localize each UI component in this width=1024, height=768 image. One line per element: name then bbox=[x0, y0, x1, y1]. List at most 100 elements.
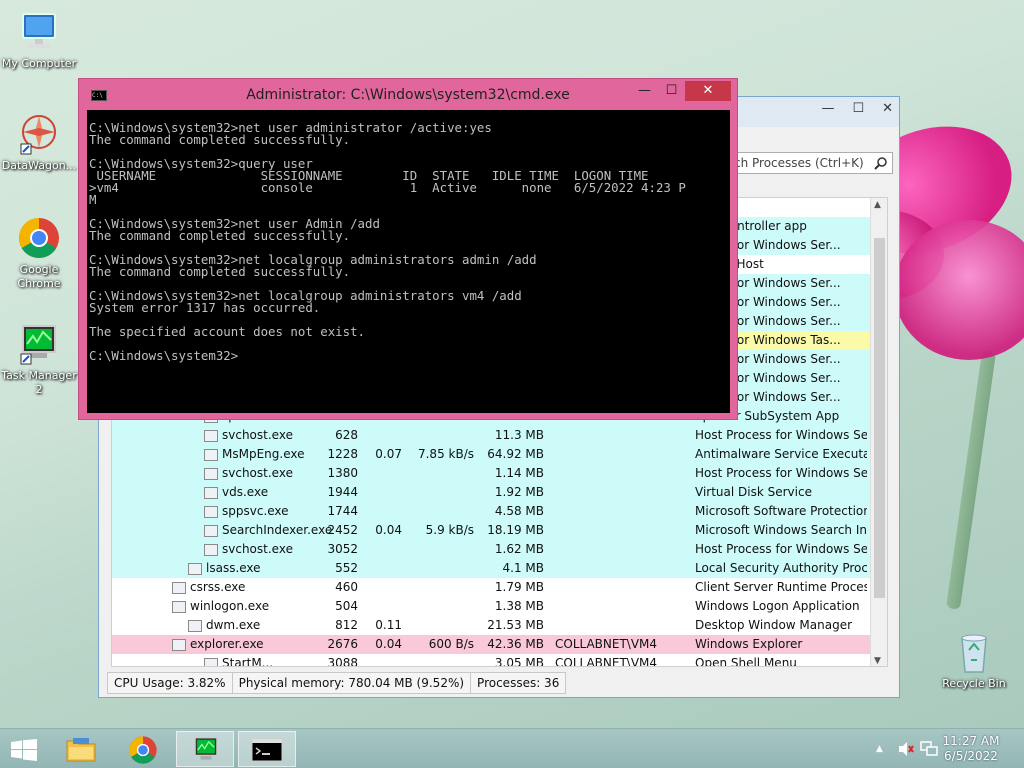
process-row[interactable]: svchost.exe 1380 1.14 MB Host Process for W… bbox=[112, 464, 872, 483]
cmd-titlebar[interactable]: C:\ Administrator: C:\Windows\system32\c… bbox=[79, 79, 737, 109]
process-row[interactable]: svchost.exe 3052 1.62 MB Host Process for W… bbox=[112, 540, 872, 559]
process-user: COLLABNET\VM4 bbox=[555, 656, 658, 667]
process-pid: 1744 bbox=[327, 504, 358, 518]
cmd-maximize-button[interactable]: ☐ bbox=[658, 81, 685, 101]
cmd-close-button[interactable]: ✕ bbox=[685, 81, 731, 101]
process-memory: 1.92 MB bbox=[494, 485, 544, 499]
process-memory: 21.53 MB bbox=[487, 618, 544, 632]
task-manager-icon bbox=[194, 737, 218, 760]
process-row[interactable]: csrss.exe 460 1.79 MB Client Server Runtime… bbox=[112, 578, 872, 597]
process-memory: 18.19 MB bbox=[487, 523, 544, 537]
datawagon-icon bbox=[17, 112, 61, 156]
computer-icon bbox=[17, 10, 61, 54]
process-description: Antimalware Service Executable bbox=[695, 447, 867, 461]
process-row[interactable]: vds.exe 1944 1.92 MB Virtual Disk Service bbox=[112, 483, 872, 502]
process-description: Host Process for Windows Ser... bbox=[695, 542, 867, 556]
process-row[interactable]: svchost.exe 628 11.3 MB Host Process for Wi… bbox=[112, 426, 872, 445]
process-description: Microsoft Software Protection... bbox=[695, 504, 867, 518]
processes-count-status: Processes: 36 bbox=[470, 672, 567, 694]
process-name: svchost.exe bbox=[222, 466, 293, 480]
process-description: Host Process for Windows Ser... bbox=[695, 428, 867, 442]
process-pid: 1380 bbox=[327, 466, 358, 480]
process-icon bbox=[172, 601, 186, 613]
start-button[interactable] bbox=[0, 731, 50, 767]
process-row[interactable]: sppsvc.exe 1744 4.58 MB Microsoft Software … bbox=[112, 502, 872, 521]
process-icon bbox=[172, 639, 186, 651]
process-row[interactable]: lsass.exe 552 4.1 MB Local Security Authori… bbox=[112, 559, 872, 578]
process-row[interactable]: explorer.exe 2676 0.04 600 B/s 42.36 MB COLLA… bbox=[112, 635, 872, 654]
desktop-icon-recycle-bin[interactable]: Recycle Bin bbox=[936, 630, 1012, 691]
taskbar-chrome[interactable] bbox=[114, 731, 172, 767]
process-memory: 1.14 MB bbox=[494, 466, 544, 480]
process-cpu: 0.07 bbox=[375, 447, 402, 461]
folder-icon bbox=[66, 738, 96, 762]
process-row[interactable]: SearchIndexer.exe 2452 0.04 5.9 kB/s 18.19 M… bbox=[112, 521, 872, 540]
process-icon bbox=[188, 620, 202, 632]
process-description: Windows Logon Application bbox=[695, 599, 860, 613]
process-name: csrss.exe bbox=[190, 580, 246, 594]
memory-status: Physical memory: 780.04 MB (9.52%) bbox=[231, 672, 472, 694]
process-name: MsMpEng.exe bbox=[222, 447, 305, 461]
process-name: svchost.exe bbox=[222, 428, 293, 442]
cmd-minimize-button[interactable]: — bbox=[631, 81, 658, 101]
process-memory: 1.38 MB bbox=[494, 599, 544, 613]
process-icon bbox=[204, 449, 218, 461]
process-memory: 4.58 MB bbox=[494, 504, 544, 518]
process-pid: 628 bbox=[335, 428, 358, 442]
process-icon bbox=[188, 563, 202, 575]
process-pid: 552 bbox=[335, 561, 358, 575]
scroll-thumb[interactable] bbox=[874, 238, 885, 598]
process-pid: 2452 bbox=[327, 523, 358, 537]
process-pid: 1228 bbox=[327, 447, 358, 461]
tray-overflow-arrow[interactable]: ▲ bbox=[876, 744, 883, 754]
process-pid: 460 bbox=[335, 580, 358, 594]
maximize-button[interactable]: ☐ bbox=[852, 101, 864, 116]
process-search-input[interactable]: ch Processes (Ctrl+K) bbox=[729, 152, 893, 174]
task-manager-icon bbox=[17, 322, 61, 366]
chrome-icon bbox=[129, 736, 157, 764]
process-memory: 3.05 MB bbox=[494, 656, 544, 667]
process-row[interactable]: dwm.exe 812 0.11 21.53 MB Desktop Window Man… bbox=[112, 616, 872, 635]
clock-date: 6/5/2022 bbox=[944, 749, 998, 763]
minimize-button[interactable]: — bbox=[821, 101, 834, 116]
process-row[interactable]: winlogon.exe 504 1.38 MB Windows Logon Appl… bbox=[112, 597, 872, 616]
scroll-up-icon[interactable]: ▲ bbox=[874, 200, 881, 210]
process-row[interactable]: MsMpEng.exe 1228 0.07 7.85 kB/s 64.92 MB Anti… bbox=[112, 445, 872, 464]
process-name: svchost.exe bbox=[222, 542, 293, 556]
process-icon bbox=[204, 487, 218, 499]
system-clock[interactable]: 11:27 AM 6/5/2022 bbox=[936, 734, 1006, 764]
status-bar: CPU Usage: 3.82% Physical memory: 780.04… bbox=[107, 672, 567, 694]
speaker-muted-icon[interactable] bbox=[898, 741, 914, 760]
cmd-window-title: Administrator: C:\Windows\system32\cmd.e… bbox=[246, 87, 570, 103]
close-button[interactable]: ✕ bbox=[882, 101, 893, 116]
process-pid: 812 bbox=[335, 618, 358, 632]
process-pid: 2676 bbox=[327, 637, 358, 651]
cmd-window[interactable]: C:\ Administrator: C:\Windows\system32\c… bbox=[78, 78, 738, 420]
process-description: Client Server Runtime Process bbox=[695, 580, 867, 594]
process-description: Desktop Window Manager bbox=[695, 618, 853, 632]
desktop-icon-my-computer[interactable]: My Computer bbox=[1, 10, 77, 71]
taskbar-file-explorer[interactable] bbox=[52, 731, 110, 767]
cmd-console-output[interactable]: C:\Windows\system32>net user administrat… bbox=[87, 110, 730, 413]
process-pid: 3052 bbox=[327, 542, 358, 556]
process-name: winlogon.exe bbox=[190, 599, 270, 613]
scroll-down-icon[interactable]: ▼ bbox=[874, 656, 881, 666]
cpu-usage-status: CPU Usage: 3.82% bbox=[107, 672, 233, 694]
process-icon bbox=[204, 658, 218, 666]
desktop-icon-google-chrome[interactable]: Google Chrome bbox=[1, 216, 77, 291]
cmd-icon bbox=[251, 738, 283, 762]
recycle-bin-icon bbox=[952, 630, 996, 674]
desktop-icon-datawagon[interactable]: DataWagon... bbox=[1, 112, 77, 173]
process-list-scrollbar[interactable]: ▲ ▼ bbox=[870, 198, 887, 666]
chrome-icon bbox=[17, 216, 61, 260]
process-pid: 504 bbox=[335, 599, 358, 613]
taskbar-cmd[interactable] bbox=[238, 731, 296, 767]
taskbar: ▲ 11:27 AM 6/5/2022 bbox=[0, 728, 1024, 768]
process-icon bbox=[204, 468, 218, 480]
taskbar-task-manager[interactable] bbox=[176, 731, 234, 767]
process-name: sppsvc.exe bbox=[222, 504, 289, 518]
process-row[interactable]: StartM... 3088 3.05 MB COLLABNET\VM4 Open Sh… bbox=[112, 654, 872, 667]
process-memory: 1.62 MB bbox=[494, 542, 544, 556]
desktop-icon-task-manager-2[interactable]: Task Manager 2 bbox=[1, 322, 77, 397]
process-cpu: 0.11 bbox=[375, 618, 402, 632]
